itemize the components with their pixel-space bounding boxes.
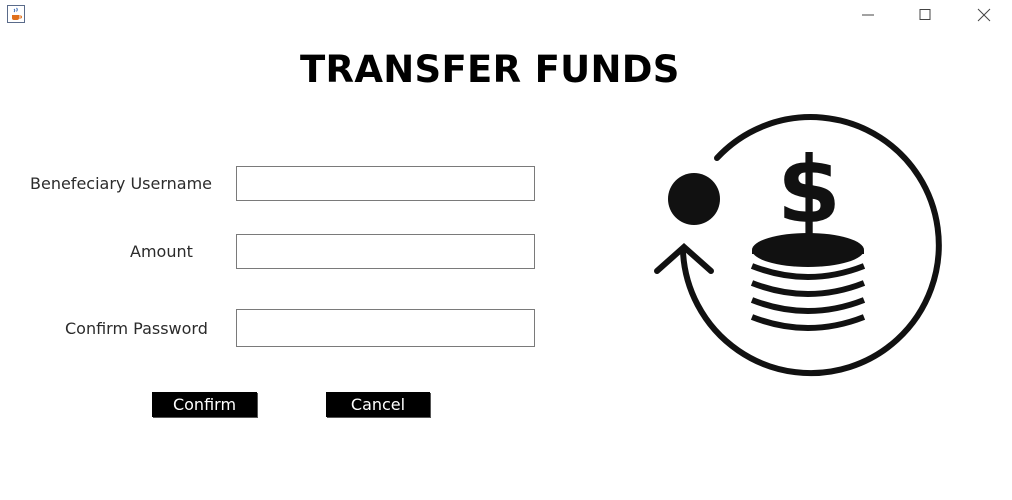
window-titlebar (0, 0, 1012, 30)
confirm-button[interactable]: Confirm (152, 392, 257, 417)
beneficiary-username-input[interactable] (236, 166, 535, 201)
money-transfer-icon: $ (648, 112, 948, 380)
svg-text:$: $ (777, 137, 841, 244)
close-button[interactable] (973, 4, 995, 26)
minimize-icon (862, 14, 874, 16)
maximize-icon (919, 9, 931, 20)
amount-label: Amount (130, 242, 193, 261)
java-cup-icon (7, 5, 25, 23)
beneficiary-username-label: Benefeciary Username (30, 174, 213, 193)
cancel-button[interactable]: Cancel (326, 392, 430, 417)
confirm-password-input[interactable] (236, 309, 535, 347)
minimize-button[interactable] (857, 4, 879, 26)
close-icon (977, 8, 991, 22)
confirm-password-label: Confirm Password (65, 319, 208, 338)
amount-input[interactable] (236, 234, 535, 269)
page-title: TRANSFER FUNDS (300, 48, 680, 91)
maximize-button[interactable] (914, 4, 936, 26)
